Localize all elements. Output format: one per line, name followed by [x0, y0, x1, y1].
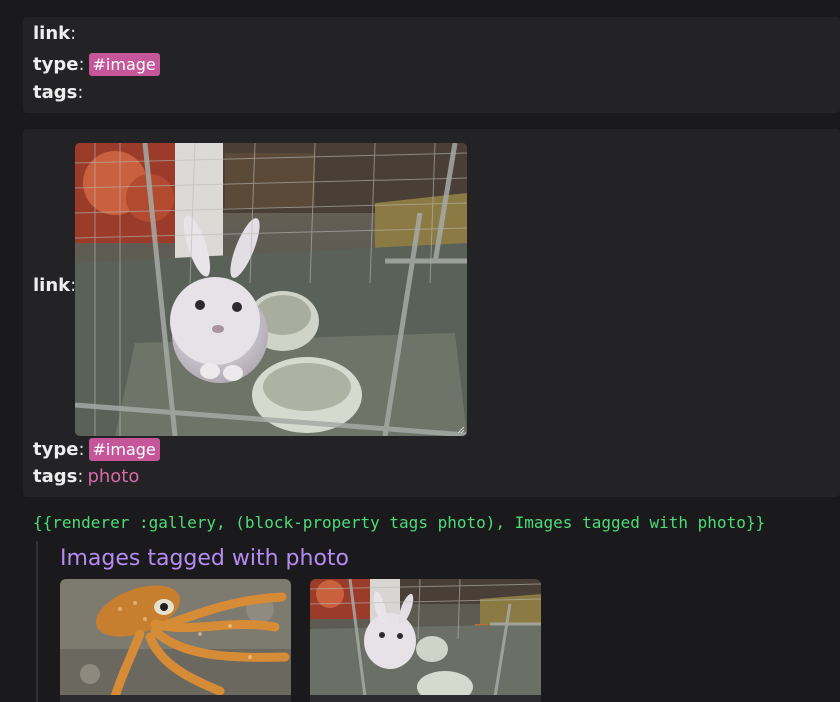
- property-row-type: type: #image: [33, 53, 160, 76]
- property-colon: :: [78, 53, 85, 75]
- property-key-type[interactable]: type: [33, 439, 78, 461]
- property-block-2[interactable]: link: type: #image tags: photo: [23, 129, 840, 497]
- tag-image[interactable]: #image: [88, 438, 160, 461]
- page: link: type: #image tags: link: type: #i…: [0, 0, 840, 702]
- property-key-tags[interactable]: tags: [33, 466, 77, 488]
- property-block-1[interactable]: link: type: #image tags:: [23, 17, 840, 113]
- property-row-type: type: #image: [33, 438, 160, 461]
- property-colon: :: [70, 23, 77, 44]
- property-key-link[interactable]: link: [33, 275, 70, 297]
- property-key-tags[interactable]: tags: [33, 82, 77, 104]
- property-row-link: link:: [33, 275, 80, 297]
- property-row-link: link:: [33, 23, 80, 45]
- octopus-photo-image: [60, 579, 291, 697]
- gallery-thumbnail-octopus[interactable]: [60, 579, 291, 697]
- rabbit-photo[interactable]: [75, 143, 467, 436]
- gallery-left-rule: [36, 541, 38, 702]
- property-key-link[interactable]: link: [33, 23, 70, 45]
- property-key-type[interactable]: type: [33, 54, 78, 76]
- property-colon: :: [78, 438, 85, 460]
- rabbit-photo-image: [75, 143, 467, 436]
- gallery-thumbnail-rabbit[interactable]: [310, 579, 541, 697]
- property-colon: :: [77, 82, 84, 103]
- gallery-title: Images tagged with photo: [60, 546, 350, 571]
- thumbnail-caption-bar: [310, 695, 541, 702]
- property-row-tags: tags: photo: [33, 466, 139, 488]
- property-colon: :: [77, 466, 84, 487]
- tag-image[interactable]: #image: [88, 53, 160, 76]
- rabbit-thumbnail-image: [310, 579, 541, 697]
- tag-photo-link[interactable]: photo: [87, 466, 139, 488]
- gallery-renderer-macro[interactable]: {{renderer :gallery, (block-property tag…: [33, 513, 765, 532]
- resize-grip-icon[interactable]: [457, 426, 465, 434]
- thumbnail-caption-bar: [60, 695, 291, 702]
- property-row-tags: tags:: [33, 82, 87, 104]
